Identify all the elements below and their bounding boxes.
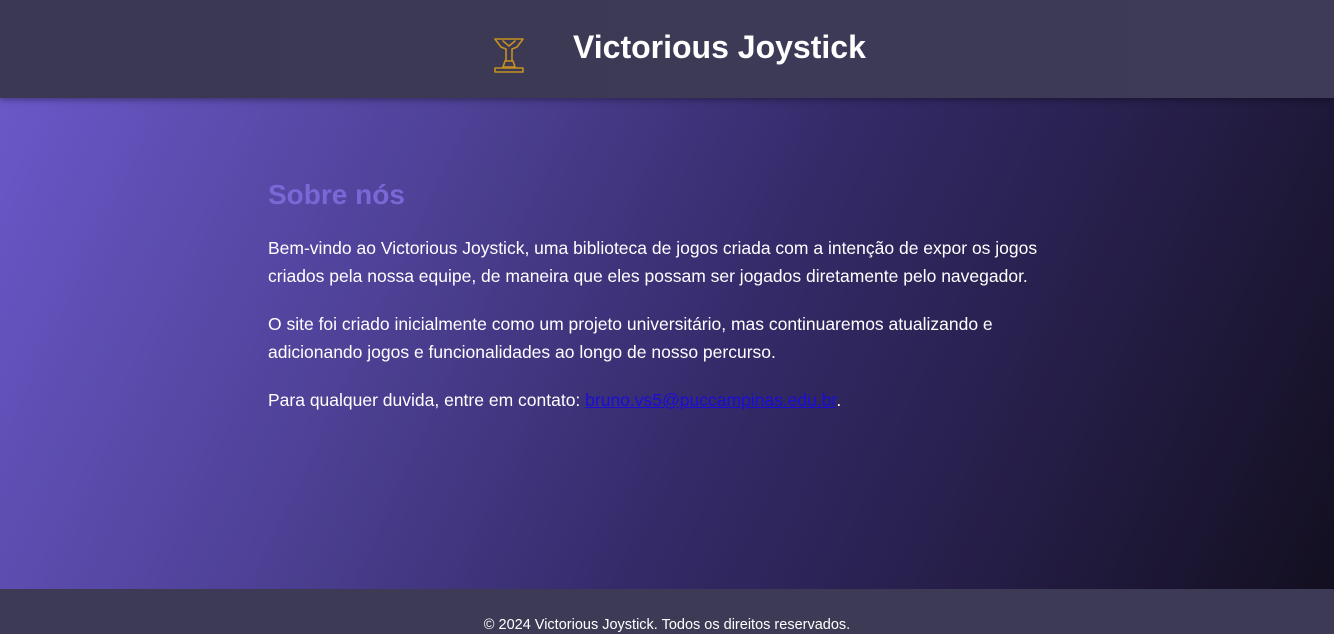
contact-suffix: . <box>836 390 842 410</box>
site-header: Victorious Joystick <box>0 0 1334 98</box>
joystick-trophy-icon[interactable] <box>491 35 527 75</box>
section-title: Sobre nós <box>268 179 405 210</box>
main-content: Sobre nós Bem-vindo ao Victorious Joysti… <box>0 98 1334 589</box>
project-paragraph: O site foi criado inicialmente como um p… <box>268 314 993 362</box>
contact-paragraph: Para qualquer duvida, entre em contato: … <box>268 386 1068 414</box>
site-title: Victorious Joystick <box>573 29 866 65</box>
intro-paragraph: Bem-vindo ao Victorious Joystick, uma bi… <box>268 238 1038 286</box>
copyright-text: © 2024 Victorious Joystick. Todos os dir… <box>483 617 851 633</box>
site-footer: © 2024 Victorious Joystick. Todos os dir… <box>0 589 1334 634</box>
about-section: Sobre nós Bem-vindo ao Victorious Joysti… <box>268 178 1068 434</box>
contact-email-link[interactable]: bruno.vs5@puccampinas.edu.br <box>585 390 836 410</box>
contact-prefix: Para qualquer duvida, entre em contato: <box>268 390 586 410</box>
